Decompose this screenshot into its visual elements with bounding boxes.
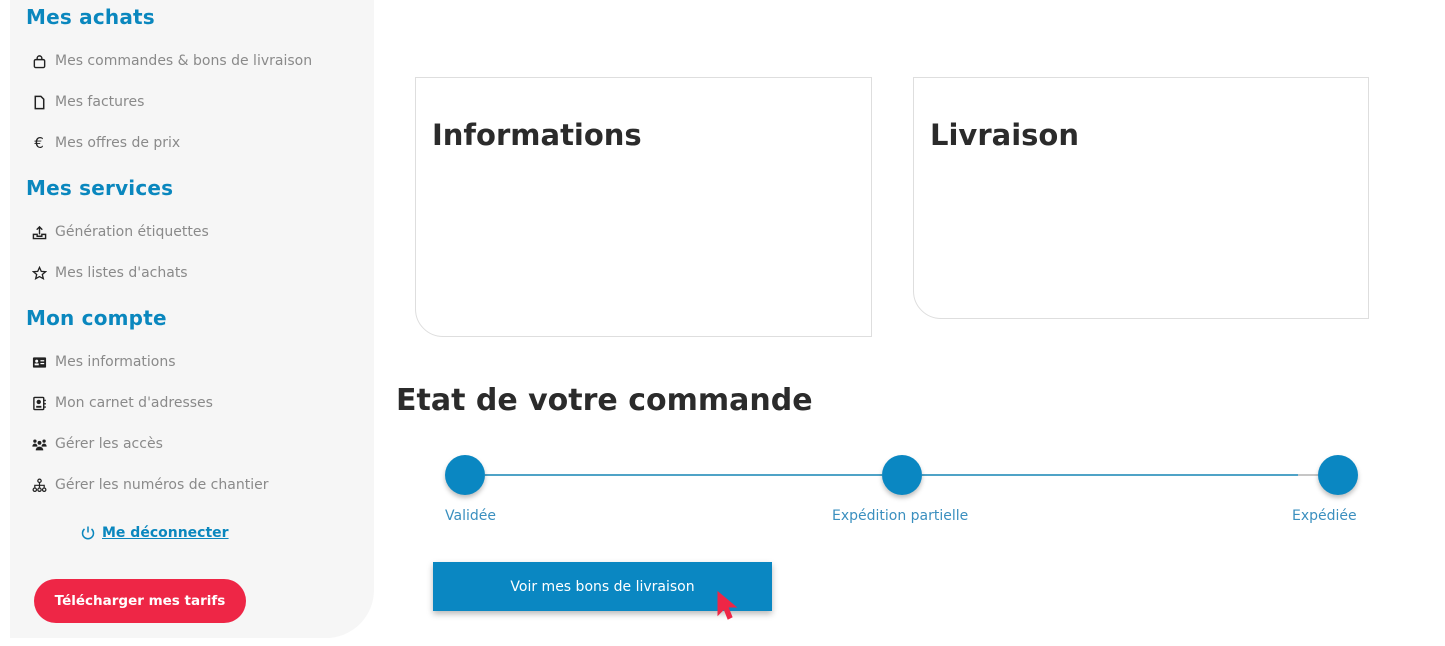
livraison-card: Livraison (913, 77, 1369, 319)
sidebar-item-label: Mes informations (55, 354, 176, 370)
hierarchy-icon (30, 477, 48, 493)
sidebar-item-acces[interactable]: Gérer les accès (30, 436, 163, 452)
sidebar-item-label: Gérer les numéros de chantier (55, 477, 269, 493)
sidebar-item-label: Mes factures (55, 94, 145, 110)
step-dot-expedition-partielle (882, 455, 922, 495)
step-dot-expediee (1318, 455, 1358, 495)
upload-tray-icon (30, 224, 48, 240)
mouse-cursor-icon (717, 591, 738, 620)
informations-card: Informations (415, 77, 872, 337)
sidebar-item-chantier[interactable]: Gérer les numéros de chantier (30, 477, 268, 493)
sidebar-item-label: Mes commandes & bons de livraison (55, 53, 313, 69)
sidebar-item-commandes[interactable]: Mes commandes & bons de livraison (30, 53, 312, 69)
sidebar-item-offres[interactable]: € Mes offres de prix (30, 134, 181, 152)
logout-link-label[interactable]: Me déconnecter (102, 525, 229, 541)
progress-track-segment (1298, 474, 1318, 476)
sidebar-item-label: Gérer les accès (55, 436, 163, 452)
step-dot-validee (445, 455, 485, 495)
progress-track-segment (922, 474, 1298, 476)
sidebar-item-informations[interactable]: Mes informations (30, 354, 176, 370)
address-book-icon (30, 395, 48, 411)
livraison-title: Livraison (930, 118, 1079, 152)
step-label-validee: Validée (445, 508, 496, 524)
document-icon (30, 94, 48, 110)
sidebar-item-label: Génération étiquettes (55, 224, 209, 240)
section-title-mes-achats: Mes achats (26, 5, 155, 29)
star-icon (30, 265, 48, 281)
sidebar-item-label: Mes offres de prix (55, 135, 181, 151)
section-title-mon-compte: Mon compte (26, 306, 167, 330)
step-label-expedition-partielle: Expédition partielle (832, 508, 969, 524)
power-icon (80, 525, 96, 541)
progress-track-segment (485, 474, 882, 476)
users-icon (30, 436, 48, 452)
sidebar-item-label: Mes listes d'achats (55, 265, 188, 281)
section-title-mes-services: Mes services (26, 176, 174, 200)
step-label-expediee: Expédiée (1292, 508, 1357, 524)
shopping-bag-icon (30, 53, 48, 69)
order-state-title: Etat de votre commande (396, 383, 813, 418)
sidebar-item-etiquettes[interactable]: Génération étiquettes (30, 224, 209, 240)
euro-icon: € (34, 134, 44, 152)
informations-title: Informations (432, 118, 642, 152)
sidebar-item-label: Mon carnet d'adresses (55, 395, 213, 411)
logout-link[interactable]: Me déconnecter (80, 525, 229, 541)
id-card-icon (30, 354, 48, 370)
download-tariffs-button[interactable]: Télécharger mes tarifs (34, 579, 246, 623)
sidebar-item-adresses[interactable]: Mon carnet d'adresses (30, 395, 213, 411)
sidebar-item-factures[interactable]: Mes factures (30, 94, 144, 110)
sidebar-item-listes[interactable]: Mes listes d'achats (30, 265, 188, 281)
